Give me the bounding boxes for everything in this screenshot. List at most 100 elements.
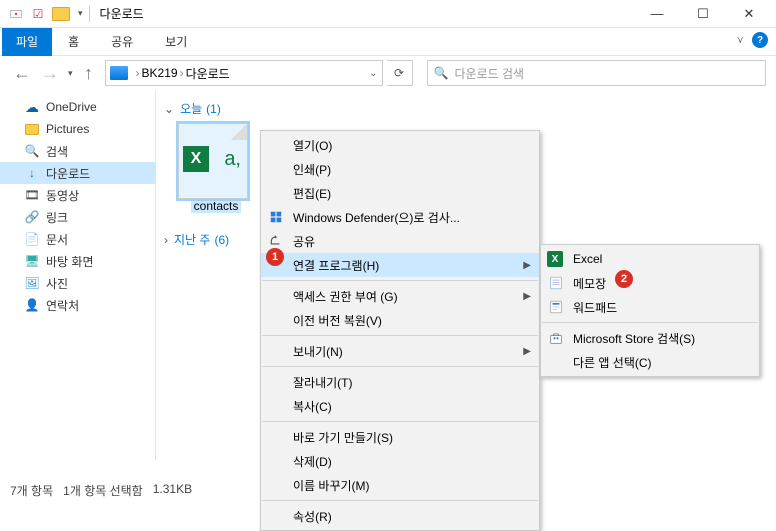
sidebar-item-label: 동영상 bbox=[46, 187, 79, 204]
maximize-button[interactable]: ☐ bbox=[680, 0, 726, 28]
menu-rename[interactable]: 이름 바꾸기(M) bbox=[261, 473, 539, 497]
excel-icon: X bbox=[183, 146, 209, 172]
defender-icon bbox=[267, 208, 285, 226]
app-icon bbox=[8, 6, 24, 22]
desktop-icon: 🖥 bbox=[24, 253, 40, 269]
menu-defender-scan[interactable]: Windows Defender(으)로 검사... bbox=[261, 205, 539, 229]
address-bar-row: ← → ▾ ↑ › BK219 › 다운로드 ⌄ ⟳ 🔍 다운로드 검색 bbox=[0, 56, 776, 90]
sidebar-item-label: Pictures bbox=[46, 122, 89, 136]
search-input[interactable]: 🔍 다운로드 검색 bbox=[427, 60, 766, 86]
open-with-submenu: X Excel 메모장 워드패드 Microsoft Store 검색(S) 다… bbox=[540, 244, 760, 377]
sidebar-item-onedrive[interactable]: ☁ OneDrive bbox=[0, 96, 155, 118]
status-size: 1.31KB bbox=[153, 482, 192, 499]
title-bar: ☑ ▾ 다운로드 — ☐ ✕ bbox=[0, 0, 776, 28]
submenu-other-app[interactable]: 다른 앱 선택(C) bbox=[541, 350, 759, 374]
search-icon: 🔍 bbox=[24, 143, 40, 159]
separator bbox=[262, 335, 538, 336]
close-button[interactable]: ✕ bbox=[726, 0, 772, 28]
sidebar-item-search[interactable]: 🔍 검색 bbox=[0, 140, 155, 162]
menu-share[interactable]: 공유 bbox=[261, 229, 539, 253]
sidebar-item-links[interactable]: 🔗 링크 bbox=[0, 206, 155, 228]
submenu-excel[interactable]: X Excel bbox=[541, 247, 759, 271]
breadcrumb[interactable]: › BK219 › 다운로드 ⌄ bbox=[105, 60, 383, 86]
menu-print[interactable]: 인쇄(P) bbox=[261, 157, 539, 181]
file-tab[interactable]: 파일 bbox=[2, 28, 52, 56]
qat-dropdown-icon[interactable]: ▾ bbox=[78, 8, 83, 19]
sidebar-item-documents[interactable]: 📄 문서 bbox=[0, 228, 155, 250]
chevron-right-icon: › bbox=[136, 66, 140, 80]
back-button[interactable]: ← bbox=[10, 61, 34, 85]
drive-icon bbox=[110, 66, 128, 80]
menu-edit[interactable]: 편집(E) bbox=[261, 181, 539, 205]
group-count: (1) bbox=[206, 102, 221, 116]
refresh-button[interactable]: ⟳ bbox=[387, 60, 413, 86]
help-icon[interactable]: ? bbox=[752, 32, 768, 48]
menu-copy[interactable]: 복사(C) bbox=[261, 394, 539, 418]
file-item-contacts[interactable]: X a, contacts bbox=[178, 123, 254, 213]
status-bar: 7개 항목 1개 항목 선택함 1.31KB bbox=[0, 476, 280, 505]
photo-icon: 🖼 bbox=[24, 275, 40, 291]
menu-restore-version[interactable]: 이전 버전 복원(V) bbox=[261, 308, 539, 332]
submenu-notepad[interactable]: 메모장 bbox=[541, 271, 759, 295]
up-button[interactable]: ↑ bbox=[77, 61, 101, 85]
navigation-pane: ☁ OneDrive Pictures 🔍 검색 ↓ 다운로드 🎞 동영상 🔗 … bbox=[0, 90, 156, 460]
forward-button[interactable]: → bbox=[38, 61, 62, 85]
context-menu: 열기(O) 인쇄(P) 편집(E) Windows Defender(으)로 검… bbox=[260, 130, 540, 531]
chevron-down-icon: ⌄ bbox=[164, 102, 174, 116]
group-today[interactable]: ⌄ 오늘 (1) bbox=[164, 100, 768, 117]
sidebar-item-label: OneDrive bbox=[46, 100, 97, 114]
sidebar-item-contacts[interactable]: 👤 연락처 bbox=[0, 294, 155, 316]
history-dropdown-icon[interactable]: ▾ bbox=[68, 68, 73, 79]
separator bbox=[262, 500, 538, 501]
excel-icon: X bbox=[547, 251, 563, 267]
notepad-icon bbox=[547, 274, 565, 292]
breadcrumb-part[interactable]: 다운로드 bbox=[186, 65, 230, 82]
menu-properties[interactable]: 속성(R) bbox=[261, 504, 539, 528]
folder-icon bbox=[24, 121, 40, 137]
menu-delete[interactable]: 삭제(D) bbox=[261, 449, 539, 473]
group-count: (6) bbox=[214, 233, 229, 247]
submenu-store-search[interactable]: Microsoft Store 검색(S) bbox=[541, 326, 759, 350]
onedrive-icon: ☁ bbox=[24, 99, 40, 115]
menu-open-with[interactable]: 연결 프로그램(H) ▶ bbox=[261, 253, 539, 277]
sidebar-item-label: 바탕 화면 bbox=[46, 253, 94, 270]
view-tab[interactable]: 보기 bbox=[149, 29, 203, 54]
status-item-count: 7개 항목 bbox=[10, 482, 53, 499]
ribbon-expand-icon[interactable]: ⋎ bbox=[737, 35, 744, 46]
chevron-right-icon: ▶ bbox=[523, 346, 531, 357]
submenu-wordpad[interactable]: 워드패드 bbox=[541, 295, 759, 319]
menu-create-shortcut[interactable]: 바로 가기 만들기(S) bbox=[261, 425, 539, 449]
separator bbox=[542, 322, 758, 323]
share-tab[interactable]: 공유 bbox=[95, 29, 149, 54]
breadcrumb-dropdown-icon[interactable]: ⌄ bbox=[369, 68, 377, 79]
wordpad-icon bbox=[547, 298, 565, 316]
folder-icon bbox=[52, 7, 70, 21]
separator bbox=[262, 421, 538, 422]
chevron-right-icon: ▶ bbox=[523, 291, 531, 302]
status-selected-count: 1개 항목 선택함 bbox=[63, 482, 143, 499]
sidebar-item-photos[interactable]: 🖼 사진 bbox=[0, 272, 155, 294]
sidebar-item-pictures[interactable]: Pictures bbox=[0, 118, 155, 140]
sidebar-item-desktop[interactable]: 🖥 바탕 화면 bbox=[0, 250, 155, 272]
group-label: 지난 주 bbox=[174, 231, 210, 248]
sidebar-item-label: 문서 bbox=[46, 231, 68, 248]
menu-open[interactable]: 열기(O) bbox=[261, 133, 539, 157]
chevron-right-icon: ▶ bbox=[523, 260, 531, 271]
home-tab[interactable]: 홈 bbox=[52, 29, 95, 54]
document-icon: 📄 bbox=[24, 231, 40, 247]
menu-send-to[interactable]: 보내기(N) ▶ bbox=[261, 339, 539, 363]
sidebar-item-label: 검색 bbox=[46, 143, 68, 160]
properties-icon[interactable]: ☑ bbox=[30, 6, 46, 22]
menu-grant-access[interactable]: 액세스 권한 부여 (G) ▶ bbox=[261, 284, 539, 308]
sidebar-item-downloads[interactable]: ↓ 다운로드 bbox=[0, 162, 155, 184]
fold-corner-icon bbox=[231, 124, 247, 140]
separator bbox=[262, 280, 538, 281]
sidebar-item-videos[interactable]: 🎞 동영상 bbox=[0, 184, 155, 206]
window-title: 다운로드 bbox=[96, 5, 144, 22]
minimize-button[interactable]: — bbox=[634, 0, 680, 28]
ribbon-tabs: 파일 홈 공유 보기 ⋎ ? bbox=[0, 28, 776, 56]
annotation-badge-2: 2 bbox=[615, 270, 633, 288]
menu-cut[interactable]: 잘라내기(T) bbox=[261, 370, 539, 394]
quick-access-toolbar: ☑ ▾ bbox=[4, 6, 83, 22]
breadcrumb-part[interactable]: BK219 bbox=[142, 66, 178, 80]
